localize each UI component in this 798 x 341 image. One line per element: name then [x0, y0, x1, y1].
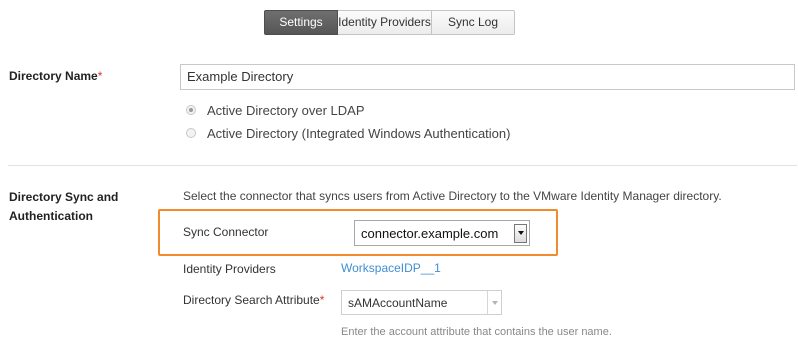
- sync-section-label-line1: Directory Sync and: [9, 190, 119, 204]
- required-marker: *: [319, 293, 325, 307]
- search-attribute-select[interactable]: sAMAccountName: [341, 290, 502, 315]
- search-attribute-label: Directory Search Attribute*: [183, 293, 324, 307]
- chevron-down-icon[interactable]: [514, 223, 527, 243]
- directory-name-label-text: Directory Name: [9, 69, 98, 83]
- radio-option-iwa-label: Active Directory (Integrated Windows Aut…: [207, 125, 511, 141]
- section-divider: [8, 165, 797, 166]
- radio-icon[interactable]: [186, 105, 196, 115]
- identity-providers-label: Identity Providers: [183, 262, 276, 276]
- sync-connector-value: connector.example.com: [361, 225, 499, 241]
- radio-option-iwa[interactable]: Active Directory (Integrated Windows Aut…: [186, 124, 510, 142]
- identity-provider-link[interactable]: WorkspaceIDP__1: [341, 261, 441, 275]
- tab-identity-providers[interactable]: Identity Providers: [338, 10, 432, 35]
- sync-connector-select[interactable]: connector.example.com: [354, 220, 530, 246]
- search-attribute-label-text: Directory Search Attribute: [183, 293, 320, 307]
- directory-name-input[interactable]: Example Directory: [180, 64, 795, 90]
- radio-option-ldap-label: Active Directory over LDAP: [207, 102, 365, 118]
- sync-section-label-line2: Authentication: [9, 209, 93, 223]
- tab-sync-log[interactable]: Sync Log: [432, 10, 515, 35]
- radio-icon[interactable]: [186, 128, 196, 138]
- sync-connector-label: Sync Connector: [183, 225, 269, 239]
- tab-settings[interactable]: Settings: [264, 10, 338, 35]
- required-marker: *: [97, 69, 103, 83]
- sync-section-label: Directory Sync and Authentication: [9, 188, 118, 226]
- search-attribute-hint: Enter the account attribute that contain…: [341, 326, 612, 338]
- sync-description: Select the connector that syncs users fr…: [183, 189, 722, 203]
- radio-option-ldap[interactable]: Active Directory over LDAP: [186, 101, 365, 119]
- tab-bar: Settings Identity Providers Sync Log: [264, 10, 515, 35]
- chevron-down-icon[interactable]: [487, 291, 501, 314]
- search-attribute-value: sAMAccountName: [348, 295, 448, 310]
- directory-name-label: Directory Name*: [9, 67, 102, 86]
